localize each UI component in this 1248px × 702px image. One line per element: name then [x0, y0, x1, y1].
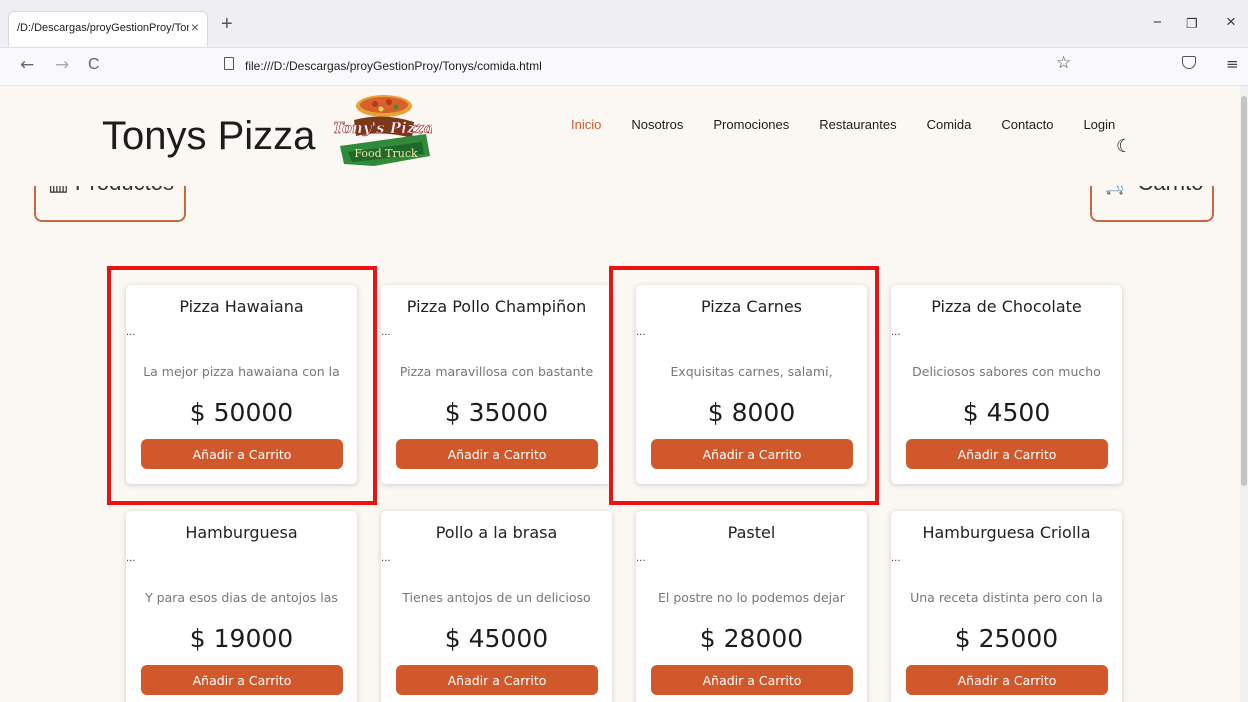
nav-contacto[interactable]: Contacto [1001, 117, 1053, 137]
restore-icon[interactable]: ❐ [1186, 16, 1198, 32]
product-card: Pizza Pollo Champiñon ... Pizza maravill… [381, 285, 612, 484]
product-price: $ 45000 [444, 624, 549, 653]
url-bar[interactable]: file:///D:/Descargas/proyGestionProy/Ton… [218, 54, 1078, 78]
add-to-cart-button[interactable]: Añadir a Carrito [141, 665, 343, 695]
product-dots: ... [381, 553, 391, 564]
moon-icon[interactable]: ☾ [1116, 136, 1132, 157]
nav-comida[interactable]: Comida [927, 117, 972, 137]
product-price: $ 4500 [962, 398, 1051, 427]
scrollbar-thumb[interactable] [1241, 96, 1247, 486]
product-card: Hamburguesa ... Y para esos dias de anto… [126, 511, 357, 702]
add-to-cart-button[interactable]: Añadir a Carrito [906, 665, 1108, 695]
tab-close-icon[interactable]: × [191, 19, 199, 35]
nav-nosotros[interactable]: Nosotros [631, 117, 683, 137]
productos-label: ▥ Productos [36, 186, 184, 196]
product-dots: ... [381, 327, 391, 338]
nav-promociones[interactable]: Promociones [713, 117, 789, 137]
close-window-icon[interactable]: × [1226, 12, 1236, 32]
main-nav: Inicio Nosotros Promociones Restaurantes… [571, 117, 1115, 137]
product-price: $ 28000 [699, 624, 804, 653]
logo-text-2: Food Truck [354, 147, 418, 160]
product-name: Pizza Pollo Champiñon [406, 297, 587, 316]
highlight-box [609, 266, 879, 505]
logo-text-1: Tony's Pizza [334, 119, 432, 137]
carrito-label: 🛒 Carrito [1092, 186, 1212, 196]
new-tab-icon[interactable]: + [221, 13, 233, 36]
browser-tab-bar: /D:/Descargas/proyGestionProy/Tonys/comi… [0, 0, 1248, 48]
product-card: Pastel ... El postre no lo podemos dejar… [636, 511, 867, 702]
page-icon [224, 57, 234, 70]
product-card: Pizza de Chocolate ... Deliciosos sabore… [891, 285, 1122, 484]
add-to-cart-button[interactable]: Añadir a Carrito [651, 665, 853, 695]
add-to-cart-button[interactable]: Añadir a Carrito [906, 439, 1108, 469]
page-scrollbar[interactable] [1240, 86, 1248, 702]
nav-login[interactable]: Login [1083, 117, 1115, 137]
product-name: Hamburguesa Criolla [922, 523, 1091, 542]
back-icon[interactable]: ← [20, 55, 34, 75]
product-name: Pollo a la brasa [435, 523, 558, 542]
product-card: Pollo a la brasa ... Tienes antojos de u… [381, 511, 612, 702]
product-description: Tienes antojos de un delicioso [402, 590, 591, 605]
product-description: Y para esos dias de antojos las [145, 590, 338, 605]
product-card: Hamburguesa Criolla ... Una receta disti… [891, 511, 1122, 702]
brand-title[interactable]: Tonys Pizza [102, 114, 315, 159]
product-price: $ 25000 [954, 624, 1059, 653]
page-content: Tonys Pizza Tony's Pizza Food Truck Inic… [0, 86, 1240, 702]
product-name: Hamburguesa [185, 523, 298, 542]
tab-title: /D:/Descargas/proyGestionProy/Tonys/comi… [17, 22, 189, 34]
pocket-icon[interactable] [1182, 56, 1196, 69]
highlight-box [107, 266, 377, 505]
product-price: $ 19000 [189, 624, 294, 653]
browser-tab[interactable]: /D:/Descargas/proyGestionProy/Tonys/comi… [8, 11, 208, 47]
carrito-button[interactable]: 🛒 Carrito [1090, 186, 1214, 222]
product-description: Pizza maravillosa con bastante [399, 364, 594, 379]
reload-icon[interactable]: C [88, 56, 100, 74]
add-to-cart-button[interactable]: Añadir a Carrito [396, 665, 598, 695]
add-to-cart-button[interactable]: Añadir a Carrito [396, 439, 598, 469]
product-description: Deliciosos sabores con mucho [912, 364, 1101, 379]
tonys-pizza-logo[interactable]: Tony's Pizza Food Truck [334, 86, 432, 178]
url-text[interactable]: file:///D:/Descargas/proyGestionProy/Ton… [245, 59, 542, 73]
bookmark-star-icon[interactable]: ☆ [1056, 53, 1071, 73]
product-dots: ... [891, 553, 901, 564]
minimize-icon[interactable]: − [1153, 14, 1162, 31]
browser-nav-bar: ← → C file:///D:/Descargas/proyGestionPr… [0, 48, 1248, 86]
nav-restaurantes[interactable]: Restaurantes [819, 117, 896, 137]
product-price: $ 35000 [444, 398, 549, 427]
nav-inicio[interactable]: Inicio [571, 117, 601, 137]
product-name: Pastel [727, 523, 776, 542]
product-name: Pizza de Chocolate [931, 297, 1082, 316]
product-dots: ... [891, 327, 901, 338]
product-description: El postre no lo podemos dejar [658, 590, 845, 605]
product-dots: ... [636, 553, 646, 564]
product-dots: ... [126, 553, 136, 564]
hamburger-menu-icon[interactable]: ≡ [1226, 55, 1239, 73]
forward-icon[interactable]: → [55, 55, 69, 75]
productos-button[interactable]: ▥ Productos [34, 186, 186, 222]
product-description: Una receta distinta pero con la [910, 590, 1103, 605]
